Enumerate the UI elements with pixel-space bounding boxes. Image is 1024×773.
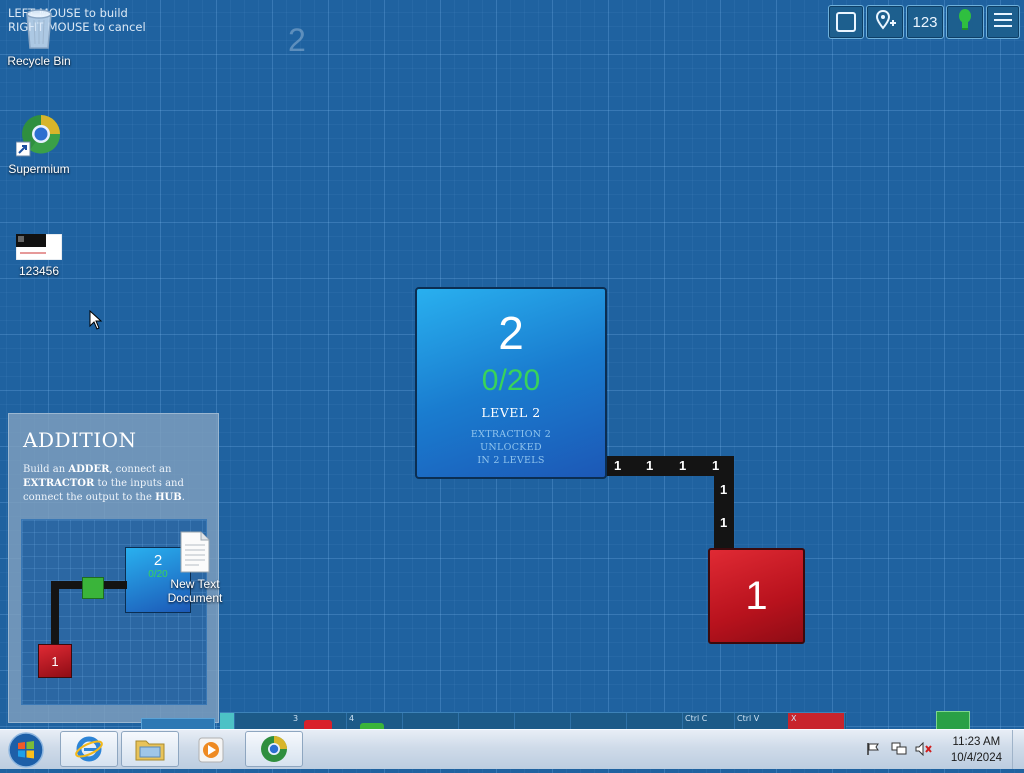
taskbar-internet-explorer[interactable] xyxy=(60,731,118,767)
media-player-icon xyxy=(198,737,224,763)
unlock-note-line: EXTRACTION 2 xyxy=(470,429,552,440)
supermium-browser-icon xyxy=(15,114,62,158)
belt-item: 1 xyxy=(720,482,728,497)
supermium-browser-icon xyxy=(261,736,287,762)
belt-item: 1 xyxy=(720,515,728,530)
desktop-icon-recycle-bin[interactable]: Recycle Bin xyxy=(1,6,77,68)
light-bulb-icon xyxy=(958,9,972,35)
folder-icon xyxy=(135,740,165,761)
slot-shortcut: 4 xyxy=(349,714,355,723)
add-marker-button[interactable] xyxy=(866,5,904,39)
unlock-note-line: IN 2 LEVELS xyxy=(477,455,545,466)
desktop-icon-label: Document xyxy=(167,591,223,605)
tutorial-keyword-extractor: EXTRACTOR xyxy=(23,478,95,489)
desktop-icon-label: New Text xyxy=(170,577,220,591)
hub-unlock-note: EXTRACTION 2 UNLOCKED IN 2 LEVELS xyxy=(417,428,605,467)
slot-shortcut: Ctrl V xyxy=(737,714,760,723)
tutorial-text: Build an ADDER, connect an EXTRACTOR to … xyxy=(23,463,209,505)
slot-shortcut: Ctrl C xyxy=(685,714,708,723)
preview-adder xyxy=(82,577,104,599)
square-tool-button[interactable] xyxy=(828,5,864,39)
tutorial-keyword-adder: ADDER xyxy=(68,464,110,475)
show-desktop-button[interactable] xyxy=(1012,730,1024,769)
desktop-icon-label: Recycle Bin xyxy=(7,54,71,68)
recycle-bin-icon xyxy=(23,6,55,50)
belt-item: 1 xyxy=(679,458,687,473)
slot-shortcut: X xyxy=(791,714,797,723)
taskbar-media-player[interactable] xyxy=(196,735,226,765)
belt-item: 1 xyxy=(646,458,654,473)
text-document-icon xyxy=(179,531,211,573)
image-file-icon xyxy=(15,233,63,261)
preview-belt xyxy=(51,581,59,647)
system-clock[interactable]: 11:23 AM 10/4/2024 xyxy=(951,734,1002,766)
belt-item: 1 xyxy=(712,458,720,473)
slot-shortcut: 3 xyxy=(293,714,299,723)
tutorial-text-part: , connect an xyxy=(109,464,172,475)
clock-time: 11:23 AM xyxy=(952,736,1001,748)
tutorial-text-part: Build an xyxy=(23,464,69,475)
numbers-label: 123 xyxy=(912,13,938,31)
level-hub[interactable]: 2 0/20 LEVEL 2 EXTRACTION 2 UNLOCKED IN … xyxy=(415,287,607,479)
menu-button[interactable] xyxy=(986,5,1020,39)
internet-explorer-icon xyxy=(75,736,103,762)
desktop-icon-label: Supermium xyxy=(8,162,70,176)
taskbar-supermium[interactable] xyxy=(245,731,303,767)
square-icon xyxy=(836,12,856,32)
windows-start-orb-icon xyxy=(8,732,44,768)
hub-progress: 0/20 xyxy=(481,364,541,397)
start-button[interactable] xyxy=(6,731,46,769)
belt-item: 1 xyxy=(614,458,622,473)
hint-bulb-button[interactable] xyxy=(946,5,984,39)
desktop-icon-123456[interactable]: 123456 xyxy=(1,233,77,278)
hamburger-menu-icon xyxy=(994,12,1012,32)
hub-level-name: LEVEL 2 xyxy=(481,405,541,420)
desktop-icon-label: 123456 xyxy=(18,264,60,278)
tutorial-title: ADDITION xyxy=(23,428,137,452)
desktop-icon-supermium[interactable]: Supermium xyxy=(1,114,77,176)
network-icon[interactable] xyxy=(891,742,907,760)
mouse-pointer-icon xyxy=(89,309,103,334)
tutorial-keyword-hub: HUB xyxy=(155,492,182,503)
extractor-block[interactable]: 1 xyxy=(708,548,805,644)
taskbar: 11:23 AM 10/4/2024 xyxy=(0,729,1024,769)
desktop-icon-new-text-document[interactable]: New Text Document xyxy=(157,531,233,605)
preview-extractor: 1 xyxy=(38,644,72,678)
level-indicator: 2 xyxy=(288,22,306,58)
action-center-flag-icon[interactable] xyxy=(866,742,880,760)
tutorial-text-part: . xyxy=(181,492,185,503)
numbers-toggle-button[interactable]: 123 xyxy=(906,5,944,39)
clock-date: 10/4/2024 xyxy=(950,752,1002,764)
map-pin-plus-icon xyxy=(874,9,896,35)
taskbar-file-explorer[interactable] xyxy=(121,731,179,767)
unlock-note-line: UNLOCKED xyxy=(480,442,542,453)
volume-muted-icon[interactable] xyxy=(915,741,933,760)
hub-number: 2 xyxy=(498,307,524,359)
